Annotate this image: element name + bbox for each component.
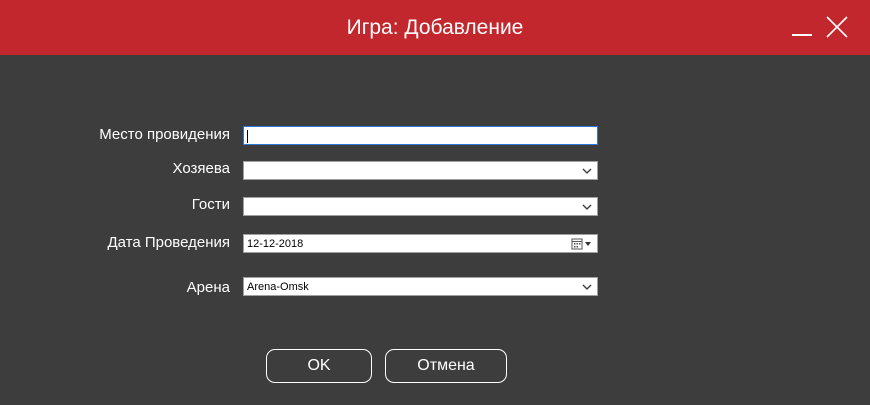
guests-label: Гости [191,196,230,213]
minimize-button[interactable] [790,14,816,40]
chevron-down-icon[interactable] [582,282,592,292]
cancel-button[interactable]: Отмена [385,349,507,383]
date-label: Дата Проведения [107,234,230,251]
hosts-label: Хозяева [172,160,231,177]
place-label: Место провидения [99,126,230,143]
arena-label: Арена [186,279,230,296]
date-value: 12-12-2018 [247,238,304,250]
arena-select[interactable]: Arena-Omsk [243,277,598,296]
text-caret [247,130,248,143]
minimize-icon [792,34,812,36]
date-picker[interactable]: 12-12-2018 [243,234,598,253]
place-input[interactable] [243,126,598,145]
close-button[interactable] [824,14,850,40]
close-icon [826,16,848,38]
chevron-down-icon[interactable] [582,202,592,212]
guests-select[interactable] [243,197,598,216]
window-title: Игра: Добавление [346,16,524,39]
chevron-down-icon[interactable] [582,166,592,176]
calendar-icon[interactable] [571,237,593,251]
hosts-select[interactable] [243,161,598,180]
arena-value: Arena-Omsk [247,281,309,293]
ok-button[interactable]: OK [266,349,372,383]
